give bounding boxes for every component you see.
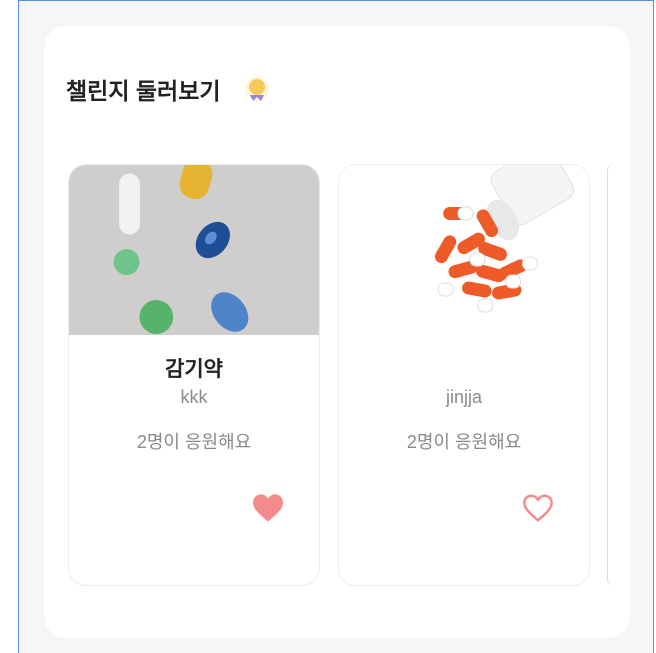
heart-filled-icon[interactable] xyxy=(251,493,285,523)
challenge-author: jinjja xyxy=(445,387,483,407)
cheer-count: 2명이 응원해요 xyxy=(136,432,252,452)
challenge-title: 감기약 xyxy=(165,358,223,381)
challenge-card[interactable]: 감기약 kkk 2명이 응원해요 xyxy=(68,164,320,586)
challenge-thumbnail xyxy=(69,165,319,335)
challenge-section: 챌린지 둘러보기 감기약 kkk 2명이 응원해요 jinjja 2명이 응원해… xyxy=(44,26,630,638)
medal-badge-icon xyxy=(244,77,269,101)
challenge-card[interactable]: jinjja 2명이 응원해요 xyxy=(338,164,590,586)
heart-outline-icon[interactable] xyxy=(521,493,555,523)
app-frame: 챌린지 둘러보기 감기약 kkk 2명이 응원해요 jinjja 2명이 응원해… xyxy=(18,0,654,653)
section-header: 챌린지 둘러보기 xyxy=(66,72,271,106)
challenge-thumbnail xyxy=(339,165,589,335)
next-card-peek xyxy=(607,164,614,586)
challenge-author: kkk xyxy=(180,387,208,407)
challenge-title xyxy=(339,353,589,379)
section-title: 챌린지 둘러보기 xyxy=(66,78,221,104)
cheer-count: 2명이 응원해요 xyxy=(406,432,522,452)
